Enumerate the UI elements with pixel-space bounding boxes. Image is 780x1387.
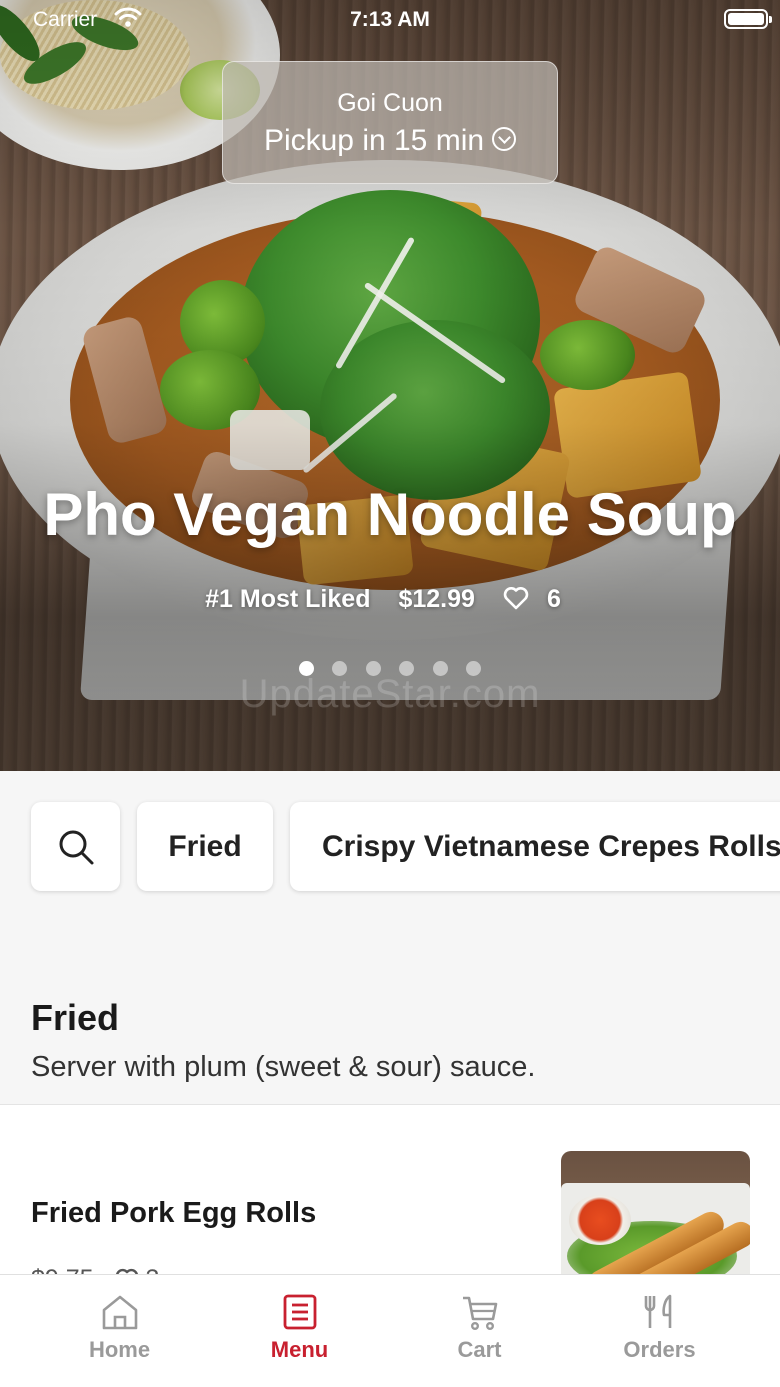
menu-section-header: Fried Server with plum (sweet & sour) sa… <box>0 971 780 1104</box>
watermark: UpdateStar.com <box>239 672 541 716</box>
tab-bar[interactable]: Home Menu Cart Orders <box>0 1274 780 1387</box>
category-chips[interactable]: Fried Crispy Vietnamese Crepes Rolls <box>0 771 780 971</box>
featured-likes-count: 6 <box>546 585 561 613</box>
search-icon <box>59 830 93 864</box>
search-button[interactable] <box>31 802 120 891</box>
store-name: Goi Cuon <box>337 89 443 117</box>
pickup-time: Pickup in 15 min <box>263 124 485 157</box>
clock: 7:13 AM <box>350 8 430 31</box>
featured-dish-title: Pho Vegan Noodle Soup <box>43 481 737 548</box>
tab-home-label: Home <box>88 1337 151 1362</box>
most-liked-badge: #1 Most Liked <box>205 585 371 613</box>
tab-cart[interactable]: Cart <box>382 1275 577 1387</box>
status-bar: Carrier 7:13 AM <box>0 0 780 40</box>
menu-icon <box>283 1294 316 1330</box>
chevron-down-icon <box>492 127 517 152</box>
tab-menu[interactable]: Menu <box>202 1275 397 1387</box>
hero-carousel[interactable]: Carrier 7:13 AM Goi Cuon Pickup in 15 mi… <box>0 0 780 771</box>
battery-icon <box>724 9 772 29</box>
section-title: Fried <box>31 997 120 1038</box>
menu-item-name: Fried Pork Egg Rolls <box>31 1197 317 1229</box>
section-description: Server with plum (sweet & sour) sauce. <box>31 1051 536 1083</box>
home-icon <box>102 1295 137 1330</box>
tab-cart-label: Cart <box>457 1337 502 1362</box>
chip-crepes-rolls[interactable]: Crispy Vietnamese Crepes Rolls <box>290 802 780 891</box>
featured-price: $12.99 <box>398 585 475 613</box>
featured-dish-meta: #1 Most Liked $12.99 6 <box>0 585 780 614</box>
chip-fried[interactable]: Fried <box>137 802 273 891</box>
tab-orders-label: Orders <box>623 1337 696 1362</box>
tab-home[interactable]: Home <box>22 1275 217 1387</box>
cart-icon <box>462 1296 497 1331</box>
tab-orders[interactable]: Orders <box>562 1275 757 1387</box>
pickup-selector[interactable]: Goi Cuon Pickup in 15 min <box>222 61 558 184</box>
tab-menu-label: Menu <box>270 1337 329 1362</box>
featured-likes: 6 <box>503 585 575 613</box>
heart-icon <box>503 587 529 610</box>
orders-icon <box>644 1294 671 1328</box>
